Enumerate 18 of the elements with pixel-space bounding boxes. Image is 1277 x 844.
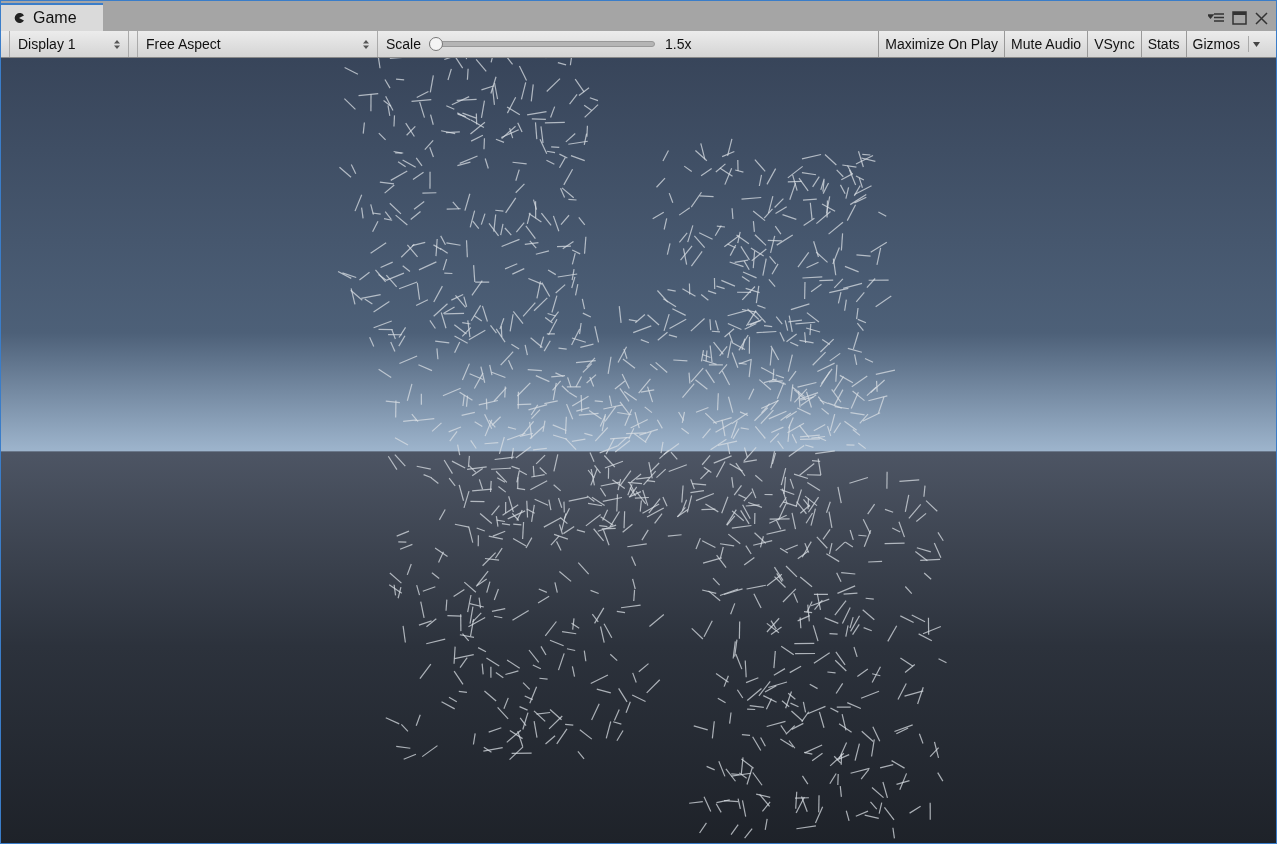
toolbar-toggle[interactable]: Maximize On Play	[878, 31, 1005, 57]
up-down-arrows-icon	[363, 39, 369, 49]
display-dropdown[interactable]: Display 1	[9, 31, 129, 57]
toolbar-toggle[interactable]: Stats	[1140, 31, 1186, 57]
toolbar-toggle[interactable]: Gizmos	[1185, 31, 1266, 57]
toolbar-toggle[interactable]: VSync	[1087, 31, 1141, 57]
pacman-icon	[13, 12, 25, 24]
tab[interactable]: Game	[1, 3, 103, 31]
caret-icon[interactable]	[1253, 41, 1260, 47]
up-down-arrows-icon	[114, 39, 120, 49]
toolbar-toggle[interactable]: Mute Audio	[1004, 31, 1088, 57]
scale-slider[interactable]	[429, 37, 656, 51]
scale-label: Scale	[386, 34, 422, 54]
scale-value: 1.5x	[665, 34, 692, 54]
aspect-dropdown[interactable]: Free Aspect	[137, 31, 378, 57]
close-icon[interactable]	[1255, 11, 1268, 25]
tab-menu-icon[interactable]	[1208, 13, 1224, 23]
maximize-icon[interactable]	[1232, 11, 1247, 25]
